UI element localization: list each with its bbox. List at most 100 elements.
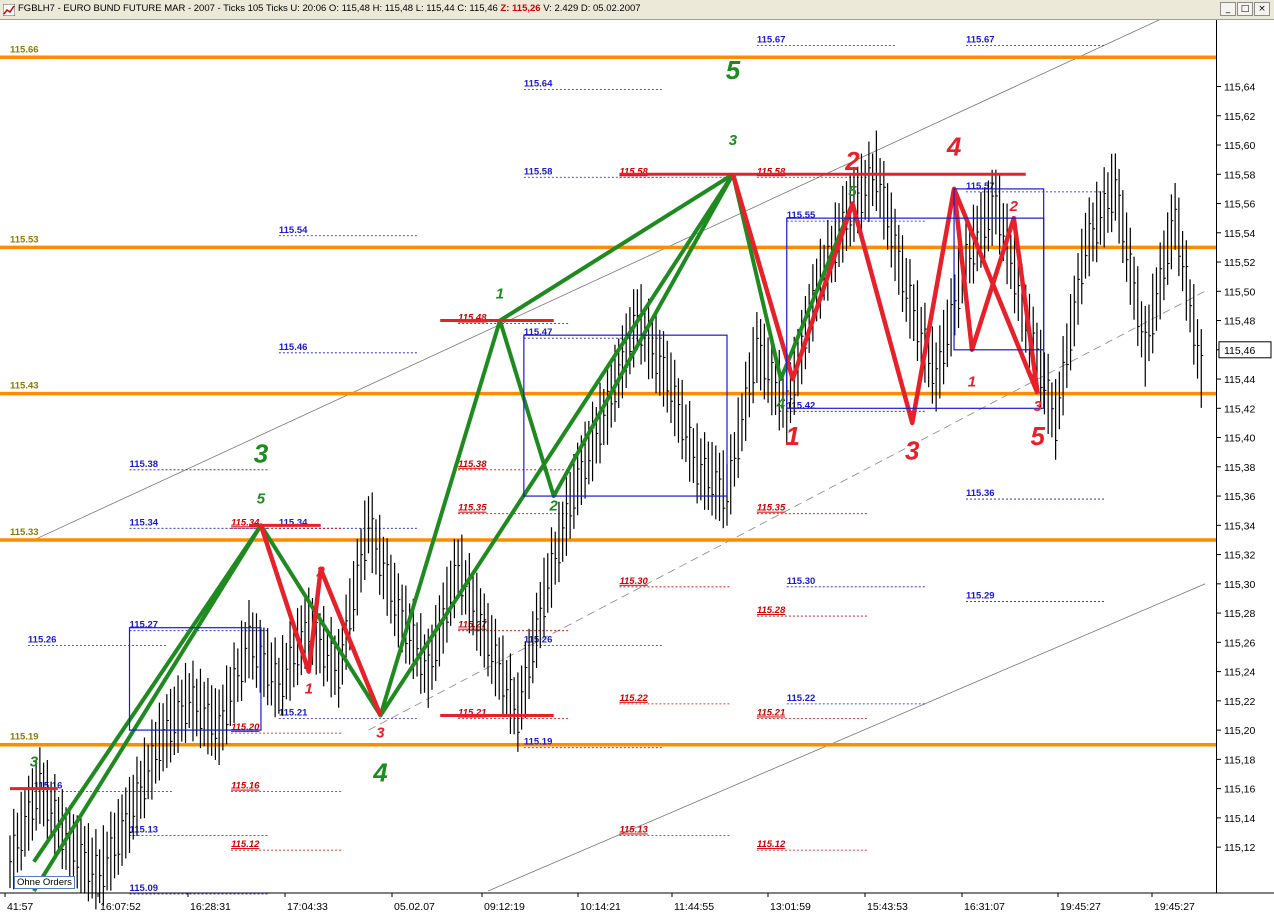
- blue-level-label: 115.58: [524, 166, 553, 177]
- red-level-label: 115.16: [231, 781, 260, 792]
- orange-level-label: 115.53: [10, 234, 39, 245]
- blue-level-label: 115.09: [130, 883, 159, 894]
- y-axis-tick-label: 115,22: [1224, 696, 1255, 708]
- blue-level-label: 115.26: [524, 634, 553, 645]
- chart-area[interactable]: 115.66 115.53 115.43 115.33 115.19 115.67 115.…: [0, 0, 1274, 915]
- y-axis-tick-label: 115,14: [1224, 813, 1255, 825]
- wave-label: 2: [1009, 198, 1019, 215]
- y-axis-tick-label: 115,60: [1224, 140, 1255, 152]
- x-axis-tick-label: 11:44:55: [674, 901, 714, 913]
- x-axis-tick-label: 05.02.07: [394, 901, 435, 913]
- red-level-label: 115.13: [619, 824, 648, 835]
- red-level-label: 115.38: [458, 459, 487, 470]
- y-axis-tick-label: 115,28: [1224, 608, 1255, 620]
- green-elliott-wave: [731, 173, 855, 382]
- blue-level-label: 115.29: [966, 590, 995, 601]
- ohne-orders-button[interactable]: Ohne Orders: [14, 876, 75, 889]
- x-axis-tick-label: 17:04:33: [287, 901, 328, 913]
- red-level-label: 115.35: [458, 503, 487, 514]
- wave-label: 1: [785, 421, 799, 451]
- red-level-label: 115.12: [757, 839, 786, 850]
- orange-level-label: 115.19: [10, 732, 39, 743]
- wave-label: 1: [305, 681, 313, 698]
- y-axis-tick-label: 115,44: [1224, 374, 1255, 386]
- title-z-value: Z: 115,26: [500, 3, 541, 14]
- wave-label: 5: [726, 55, 741, 85]
- y-axis-tick-label: 115,50: [1224, 286, 1255, 298]
- red-level-label: 115.28: [757, 605, 786, 616]
- blue-level-label: 115.54: [279, 225, 308, 236]
- y-axis-tick-label: 115,30: [1224, 579, 1255, 591]
- red-level-label: 115.35: [757, 503, 786, 514]
- blue-level-label: 115.57: [966, 181, 995, 192]
- wave-label: 2: [316, 564, 326, 581]
- red-level-label: 115.22: [619, 693, 648, 704]
- blue-level-label: 115.55: [787, 210, 816, 221]
- y-axis-tick-label: 115,54: [1224, 228, 1255, 240]
- wave-label: 1: [968, 373, 976, 390]
- wave-label: 3: [1034, 398, 1043, 415]
- chart-app-icon: [3, 4, 15, 16]
- window-title: FGBLH7 - EURO BUND FUTURE MAR - 2007 - T…: [18, 3, 641, 14]
- close-button[interactable]: ×: [1254, 2, 1270, 16]
- wave-label: 5: [1030, 421, 1045, 451]
- wave-label: 2: [549, 498, 559, 515]
- y-axis-tick-label: 115,52: [1224, 257, 1255, 269]
- x-axis-tick-label: 10:14:21: [580, 901, 621, 913]
- y-axis-tick-label: 115,38: [1224, 462, 1255, 474]
- y-axis-tick-label: 115,56: [1224, 199, 1255, 211]
- trend-channel-lower: [487, 583, 1206, 892]
- wave-label: 3: [729, 132, 738, 149]
- wave-label: 3: [254, 438, 269, 468]
- red-level-label: 115.20: [231, 722, 260, 733]
- wave-label: 3: [30, 754, 39, 771]
- blue-level-label: 115.46: [279, 342, 308, 353]
- last-price-label: 115,46: [1224, 345, 1255, 357]
- y-axis-tick-label: 115,32: [1224, 550, 1255, 562]
- wave-label: 2: [844, 146, 860, 176]
- y-axis-tick-label: 115,58: [1224, 169, 1255, 181]
- x-axis-tick-label: 41:57: [7, 901, 33, 913]
- y-axis-tick-label: 115,62: [1224, 111, 1255, 123]
- wave-label: 3: [376, 724, 385, 741]
- blue-level-label: 115.34: [130, 517, 159, 528]
- blue-level-label: 115.26: [28, 634, 57, 645]
- blue-level-label: 115.36: [966, 488, 995, 499]
- blue-level-label: 115.67: [757, 35, 786, 46]
- x-axis-tick-label: 15:43:53: [867, 901, 908, 913]
- wave-label: 4: [372, 757, 388, 787]
- blue-level-label: 115.19: [524, 737, 553, 748]
- minimize-button[interactable]: _: [1220, 2, 1236, 16]
- maximize-button[interactable]: □: [1237, 2, 1253, 16]
- orange-level-label: 115.43: [10, 381, 39, 392]
- y-axis-tick-label: 115,48: [1224, 316, 1255, 328]
- x-axis-tick-label: 19:45:27: [1154, 901, 1195, 913]
- orange-level-label: 115.66: [10, 44, 39, 55]
- window-titlebar: FGBLH7 - EURO BUND FUTURE MAR - 2007 - T…: [0, 0, 1274, 20]
- wave-label: 4: [776, 395, 786, 412]
- wave-label: 4: [946, 131, 962, 161]
- red-level-label: 115.12: [231, 839, 260, 850]
- blue-level-label: 115.67: [966, 35, 995, 46]
- trend-channel-upper: [33, 0, 1204, 541]
- wave-label: 1: [496, 286, 504, 303]
- y-axis-tick-label: 115,12: [1224, 842, 1255, 854]
- blue-level-label: 115.30: [787, 576, 816, 587]
- blue-level-label: 115.21: [279, 707, 308, 718]
- title-main: FGBLH7 - EURO BUND FUTURE MAR - 2007 - T…: [18, 3, 498, 14]
- y-axis-tick-label: 115,40: [1224, 433, 1255, 445]
- y-axis-tick-label: 115,16: [1224, 784, 1255, 796]
- price-chart[interactable]: 115.66 115.53 115.43 115.33 115.19 115.67 115.…: [0, 0, 1274, 915]
- x-axis-tick-label: 16:28:31: [190, 901, 231, 913]
- y-axis-tick-label: 115,42: [1224, 403, 1255, 415]
- red-level-label: 115.30: [619, 576, 648, 587]
- blue-level-label: 115.22: [787, 693, 816, 704]
- y-axis-tick-label: 115,36: [1224, 491, 1255, 503]
- y-axis-tick-label: 115,26: [1224, 637, 1255, 649]
- y-axis-tick-label: 115,64: [1224, 82, 1255, 94]
- green-elliott-wave: [378, 173, 735, 717]
- blue-level-label: 115.27: [130, 620, 159, 631]
- orange-level-label: 115.33: [10, 527, 39, 538]
- x-axis-tick-label: 16:31:07: [964, 901, 1005, 913]
- y-axis-tick-label: 115,18: [1224, 754, 1255, 766]
